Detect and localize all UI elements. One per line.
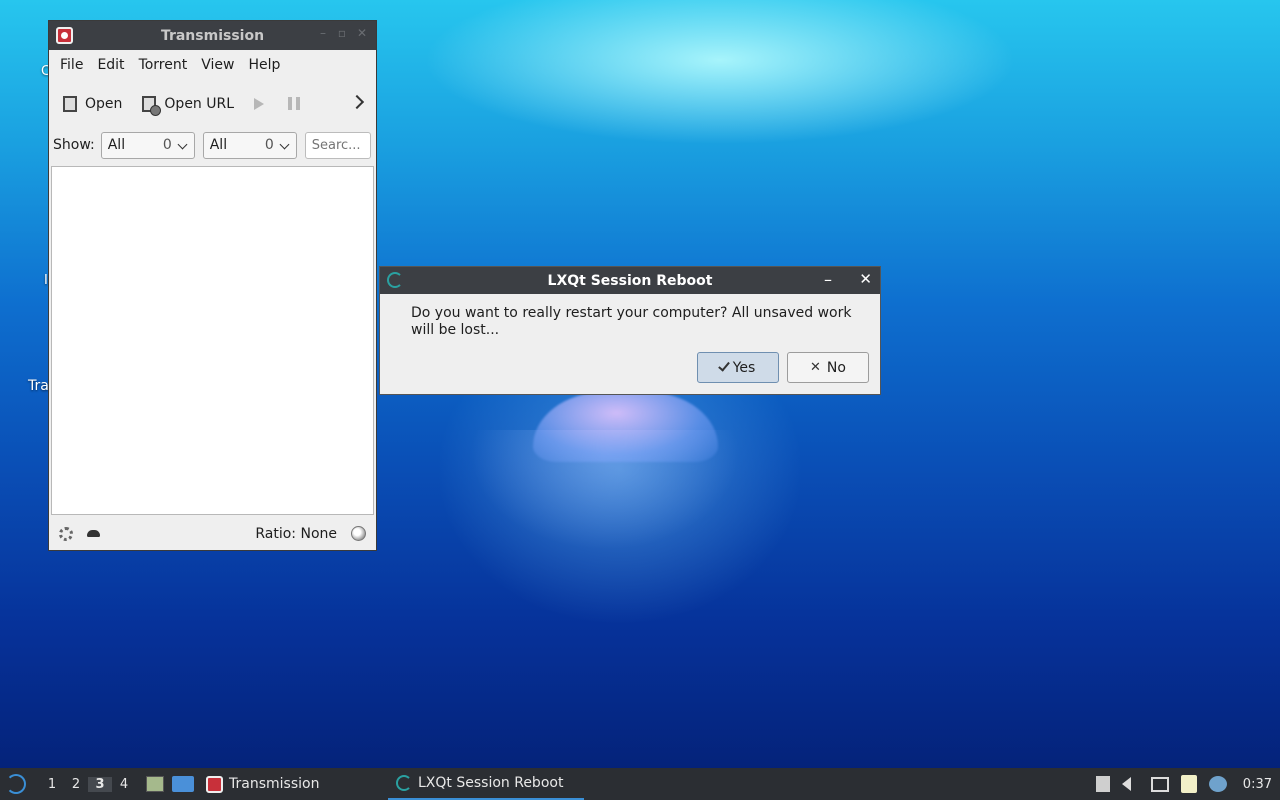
workspace-3[interactable]: 3	[88, 776, 112, 792]
gear-icon[interactable]	[59, 526, 73, 541]
workspace-4[interactable]: 4	[112, 777, 136, 792]
check-icon	[717, 359, 730, 372]
activity-filter-count: 0	[162, 137, 172, 153]
tracker-filter-value: All	[209, 137, 228, 153]
menu-view[interactable]: View	[194, 57, 241, 73]
wallpaper-jellyfish	[533, 392, 718, 462]
clipboard-icon[interactable]	[1180, 775, 1197, 793]
task-transmission[interactable]: Transmission	[198, 768, 378, 800]
open-file-icon	[63, 95, 77, 112]
chevron-down-icon	[177, 139, 188, 149]
reboot-dialog: LXQt Session Reboot – ✕ Do you want to r…	[379, 266, 881, 395]
tracker-filter-select[interactable]: All 0	[202, 131, 297, 159]
search-input[interactable]	[304, 131, 371, 159]
show-desktop-icon[interactable]	[172, 776, 194, 792]
window-title: Transmission	[160, 27, 265, 44]
menubar: File Edit Torrent View Help	[49, 50, 376, 80]
close-icon[interactable]: ✕	[859, 270, 872, 288]
menu-torrent[interactable]: Torrent	[132, 57, 195, 73]
dialog-title: LXQt Session Reboot	[547, 272, 713, 289]
open-url-icon	[142, 95, 162, 116]
clock[interactable]: 0:37	[1243, 777, 1272, 792]
open-button[interactable]: Open	[63, 95, 123, 112]
file-manager-icon[interactable]	[146, 776, 164, 792]
start-icon[interactable]	[254, 97, 265, 110]
tracker-filter-count: 0	[264, 137, 274, 153]
torrent-list[interactable]	[51, 166, 374, 515]
yes-button[interactable]: Yes	[697, 352, 779, 383]
yes-button-label: Yes	[732, 359, 756, 376]
no-button[interactable]: ✕ No	[787, 352, 869, 383]
chevron-right-icon[interactable]	[349, 94, 365, 110]
lxqt-icon	[396, 775, 412, 791]
toolbar: Open Open URL	[49, 80, 376, 127]
menu-help[interactable]: Help	[241, 57, 287, 73]
taskbar: 1 2 3 4 Transmission LXQt Session Reboot…	[0, 768, 1280, 800]
menu-file[interactable]: File	[53, 57, 90, 73]
open-button-label: Open	[85, 95, 123, 112]
ratio-text: Ratio: None	[255, 525, 337, 542]
desktop-icon-label-partial[interactable]: Tra	[28, 378, 49, 394]
chevron-down-icon	[279, 139, 290, 149]
task-label: LXQt Session Reboot	[418, 775, 564, 791]
task-session-reboot[interactable]: LXQt Session Reboot	[388, 768, 584, 800]
volume-icon[interactable]	[1121, 777, 1131, 791]
workspace-2[interactable]: 2	[64, 777, 88, 792]
network-icon[interactable]	[1150, 776, 1169, 792]
no-button-label: No	[826, 359, 846, 376]
activity-filter-select[interactable]: All 0	[100, 131, 195, 159]
open-url-button[interactable]: Open URL	[142, 95, 235, 116]
turtle-icon[interactable]	[87, 530, 100, 537]
task-label: Transmission	[229, 776, 320, 792]
maximize-icon[interactable]: ▫	[338, 26, 346, 40]
show-label: Show:	[53, 137, 95, 153]
eject-icon[interactable]	[1095, 776, 1110, 792]
open-url-button-label: Open URL	[164, 95, 235, 112]
menu-edit[interactable]: Edit	[90, 57, 131, 73]
minimize-icon[interactable]: –	[824, 270, 832, 289]
close-icon: ✕	[810, 360, 821, 375]
pause-icon[interactable]	[288, 97, 301, 110]
close-icon[interactable]: ✕	[357, 26, 367, 40]
activity-filter-value: All	[107, 137, 126, 153]
window-titlebar[interactable]: Transmission – ▫ ✕	[49, 21, 376, 50]
dialog-titlebar[interactable]: LXQt Session Reboot – ✕	[380, 267, 880, 294]
dialog-message: Do you want to really restart your compu…	[411, 305, 852, 338]
filter-bar: Show: All 0 All 0	[49, 127, 376, 163]
transmission-window: Transmission – ▫ ✕ File Edit Torrent Vie…	[48, 20, 377, 551]
transmission-app-icon	[206, 775, 223, 793]
ratio-icon[interactable]	[351, 526, 366, 541]
status-bar: Ratio: None	[49, 517, 376, 550]
system-tray: 0:37	[1095, 775, 1280, 793]
workspace-1[interactable]: 1	[40, 777, 64, 792]
minimize-icon[interactable]: –	[320, 26, 326, 40]
notification-icon[interactable]	[1208, 776, 1227, 792]
start-menu-icon[interactable]	[6, 774, 26, 794]
